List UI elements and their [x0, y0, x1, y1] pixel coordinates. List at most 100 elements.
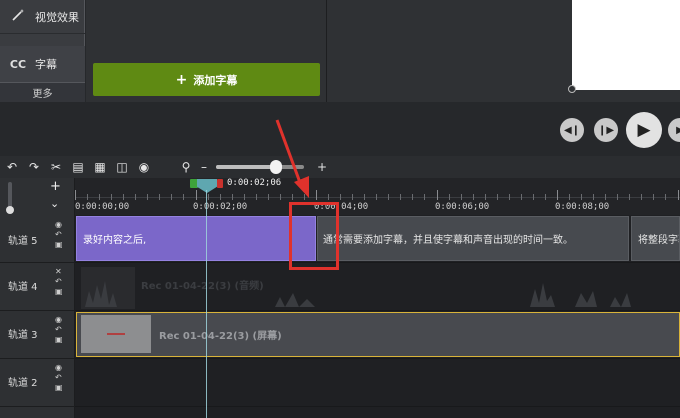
track-label: 轨道 2: [8, 378, 38, 389]
caption-clip[interactable]: 通常需要添加字幕，并且使字幕和声音出现的时间一致。: [317, 216, 629, 261]
copy-icon[interactable]: ▤: [68, 157, 88, 177]
paste-icon[interactable]: ▦: [90, 157, 110, 177]
selection-end-handle[interactable]: [217, 179, 223, 188]
zoom-in-icon[interactable]: +: [312, 157, 332, 177]
zoom-out-icon[interactable]: ⚲: [176, 157, 196, 177]
link-icon[interactable]: ↶: [55, 373, 63, 382]
add-caption-button[interactable]: + 添加字幕: [93, 63, 320, 96]
next-icon: ▶: [676, 124, 680, 136]
lock-icon[interactable]: ▣: [55, 383, 63, 392]
eye-icon[interactable]: ◉: [55, 363, 63, 372]
lock-icon[interactable]: ▣: [55, 335, 63, 344]
add-caption-label: 添加字幕: [193, 73, 238, 87]
captions-label: 字幕: [35, 58, 57, 71]
ruler-tick: [232, 194, 233, 200]
track-header-3[interactable]: 轨道 3 ◉ ↶ ▣: [0, 311, 75, 359]
link-icon[interactable]: ↶: [55, 230, 63, 239]
track-lane-4[interactable]: Rec 01-04-22(3) (音频): [75, 263, 680, 311]
ruler-label: 0:00:00;00: [75, 202, 130, 212]
ruler-tick: [497, 194, 498, 200]
ruler-tick: [545, 194, 546, 200]
track-header-2[interactable]: 轨道 2 ◉ ↶ ▣: [0, 359, 75, 407]
ruler-tick: [268, 194, 269, 200]
ruler-tick: [244, 194, 245, 200]
ruler-tick: [641, 194, 642, 200]
eye-hidden-icon[interactable]: ✕: [55, 267, 63, 276]
ruler-tick: [400, 194, 401, 200]
highlight-box: [289, 202, 339, 270]
track-controls: ◉ ↶ ▣: [55, 220, 63, 249]
caption-text: 录好内容之后,: [83, 235, 147, 246]
track-lane-2[interactable]: [75, 359, 680, 407]
timeline-toolbar: ↶ ↷ ✂ ▤ ▦ ◫ ◉ ⚲ – +: [0, 156, 680, 178]
track-height-slider[interactable]: [8, 182, 12, 208]
ruler-tick: [183, 194, 184, 200]
caption-clip[interactable]: 录好内容之后,: [76, 216, 316, 261]
track-header-5[interactable]: 轨道 5 ◉ ↶ ▣: [0, 215, 75, 263]
screen-clip[interactable]: Rec 01-04-22(3) (屏幕): [76, 312, 680, 357]
more-button[interactable]: 更多: [0, 82, 85, 102]
ruler-label: 0:00:08;00: [555, 202, 610, 212]
screen-thumbnail: [81, 315, 151, 353]
eye-icon[interactable]: ◉: [55, 315, 63, 324]
plus-icon: +: [175, 71, 188, 88]
lock-icon[interactable]: ▣: [55, 287, 63, 296]
add-track-icon[interactable]: +: [50, 179, 61, 194]
ruler-tick: [256, 194, 257, 200]
lock-icon[interactable]: ▣: [55, 240, 63, 249]
link-icon[interactable]: ↶: [55, 277, 63, 286]
next-button[interactable]: ▶: [668, 118, 680, 142]
screen-clip-label: Rec 01-04-22(3) (屏幕): [159, 331, 282, 342]
thumbnail-mark: [107, 333, 125, 335]
track-label: 轨道 3: [8, 330, 38, 341]
track-height-knob[interactable]: [6, 206, 14, 214]
ruler-tick: [159, 194, 160, 200]
ruler-tick: [135, 194, 136, 200]
ruler-tick: [617, 194, 618, 200]
cut-icon[interactable]: ✂: [46, 157, 66, 177]
play-button[interactable]: ▶: [626, 112, 662, 148]
selection-start-handle[interactable]: [190, 179, 198, 188]
split-icon[interactable]: ◫: [112, 157, 132, 177]
step-back-button[interactable]: ◀❙: [560, 118, 584, 142]
track-lane-3[interactable]: Rec 01-04-22(3) (屏幕): [75, 311, 680, 359]
magic-wand-icon: [9, 8, 27, 25]
ruler-tick: [449, 194, 450, 200]
ruler-tick: [171, 194, 172, 200]
step-back-icon: ◀❙: [563, 124, 581, 136]
minus-icon[interactable]: –: [198, 157, 210, 177]
ruler-tick: [376, 194, 377, 200]
resize-handle[interactable]: [568, 85, 576, 93]
track-header-4[interactable]: 轨道 4 ✕ ↶ ▣: [0, 263, 75, 311]
captions-item[interactable]: CC 字幕: [0, 46, 85, 82]
timeline-ruler[interactable]: 0:00:00;00 0:00:02;00 0:00:04;00 0:00:06…: [75, 178, 680, 215]
caption-clip[interactable]: 将整段字幕: [631, 216, 680, 261]
ruler-tick: [605, 194, 606, 200]
ruler-tick: [569, 194, 570, 200]
step-forward-button[interactable]: ❙▶: [594, 118, 618, 142]
caption-text: 通常需要添加字幕，并且使字幕和声音出现的时间一致。: [323, 235, 573, 246]
ruler-tick: [629, 194, 630, 200]
ruler-tick: [437, 190, 438, 200]
link-icon[interactable]: ↶: [55, 325, 63, 334]
ruler-tick: [328, 194, 329, 200]
collapse-icon[interactable]: ⌄: [50, 197, 59, 210]
timeline-header-controls: + ⌄: [0, 178, 75, 215]
visual-effects-item[interactable]: 视觉效果: [0, 0, 85, 34]
snapshot-icon[interactable]: ◉: [134, 157, 154, 177]
redo-icon[interactable]: ↷: [24, 157, 44, 177]
track-lane-5[interactable]: 录好内容之后, 通常需要添加字幕，并且使字幕和声音出现的时间一致。 将整段字幕: [75, 215, 680, 263]
ruler-tick: [678, 190, 679, 200]
track-label: 轨道 5: [8, 236, 38, 247]
caption-text: 将整段字幕: [638, 235, 679, 246]
ruler-tick: [557, 190, 558, 200]
audio-clip-label: Rec 01-04-22(3) (音频): [141, 281, 264, 292]
undo-icon[interactable]: ↶: [2, 157, 22, 177]
eye-icon[interactable]: ◉: [55, 220, 63, 229]
track-lane-1[interactable]: [75, 407, 680, 418]
ruler-tick: [485, 194, 486, 200]
ruler-tick: [665, 194, 666, 200]
track-header-1[interactable]: [0, 407, 75, 418]
preview-canvas[interactable]: [572, 0, 680, 90]
cc-icon: CC: [9, 57, 27, 71]
